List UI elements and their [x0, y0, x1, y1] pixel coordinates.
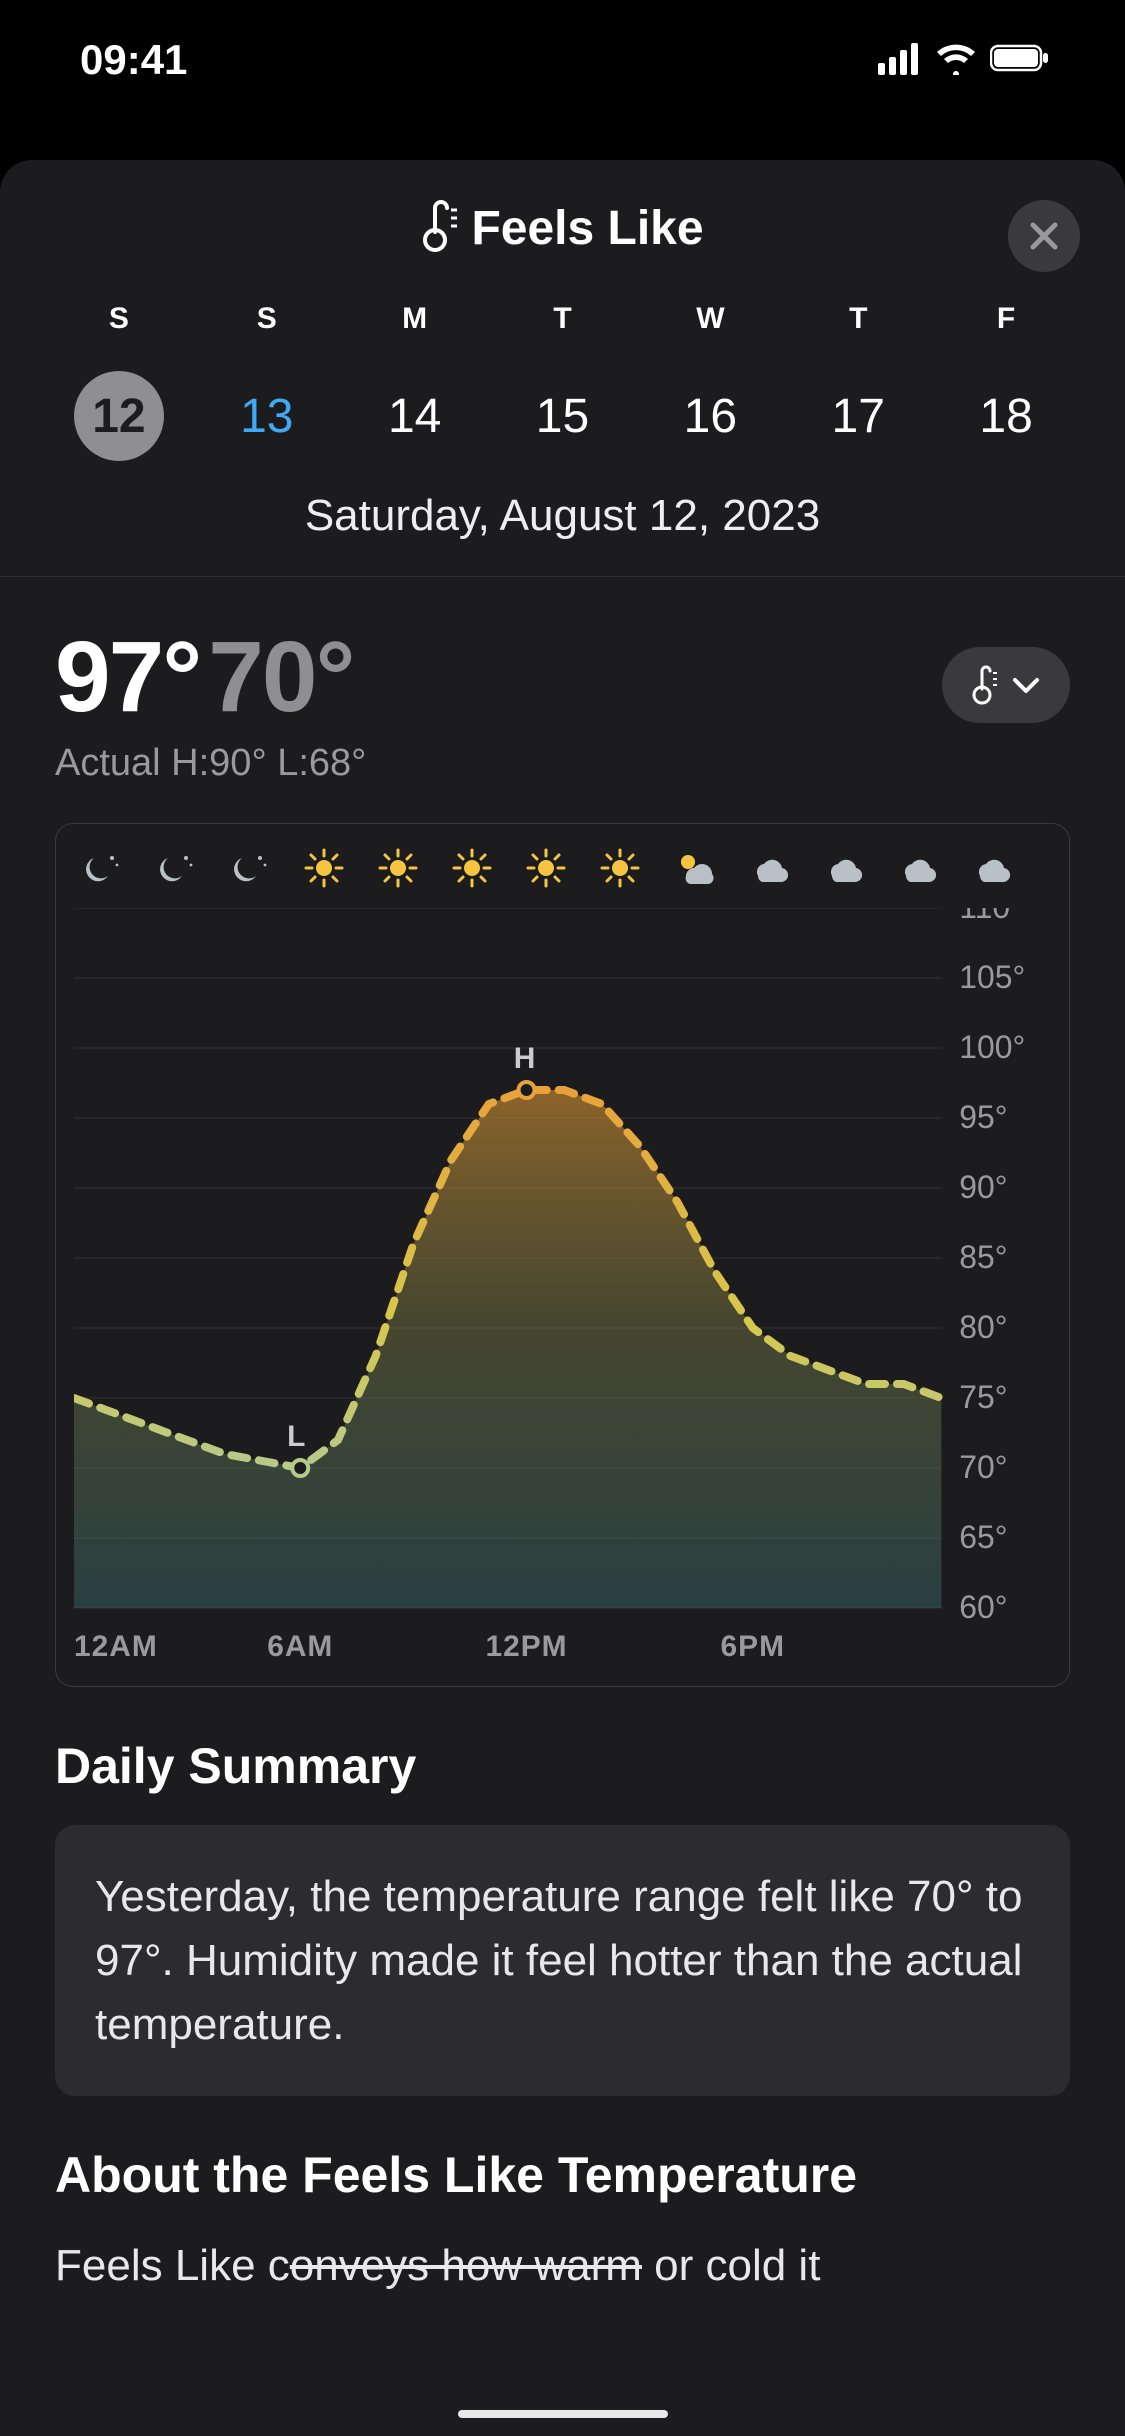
day-14[interactable]: M 14 [341, 302, 489, 461]
chevron-down-icon [1012, 676, 1040, 694]
feels-like-high: 97° [55, 621, 200, 733]
svg-text:105°: 105° [959, 959, 1025, 995]
daily-summary-text: Yesterday, the temperature range felt li… [95, 1865, 1030, 2056]
about-text-pre: Feels Like c [55, 2241, 290, 2290]
svg-text:110°: 110° [959, 908, 1023, 925]
svg-text:12AM: 12AM [74, 1630, 158, 1663]
day-15[interactable]: T 15 [489, 302, 637, 461]
day-selector: S 12 S 13 M 14 T 15 W 16 T 17 F 18 [0, 257, 1125, 461]
day-number: 14 [388, 389, 441, 444]
sun-icon [598, 846, 642, 890]
svg-text:80°: 80° [959, 1309, 1007, 1345]
status-bar: 09:41 [0, 0, 1125, 120]
day-letter: T [489, 302, 637, 336]
metric-selector-button[interactable] [942, 647, 1070, 723]
night-icon [228, 846, 272, 890]
night-icon [154, 846, 198, 890]
about-title: About the Feels Like Temperature [0, 2096, 1125, 2234]
close-icon [1029, 221, 1059, 251]
sheet-header: Feels Like S 12 S 13 M 14 T 15 W 16 T 17 F 18 Saturda… [0, 160, 1125, 577]
actual-temps: Actual H:90° L:68° [55, 742, 366, 785]
svg-text:95°: 95° [959, 1099, 1007, 1135]
temps-row: 97°70° Actual H:90° L:68° [0, 577, 1125, 795]
close-button[interactable] [1008, 200, 1080, 272]
svg-text:H: H [514, 1042, 536, 1075]
status-indicators [878, 41, 1050, 80]
day-17[interactable]: T 17 [784, 302, 932, 461]
sun-icon [524, 846, 568, 890]
svg-text:90°: 90° [959, 1169, 1007, 1205]
day-number: 13 [240, 389, 293, 444]
cloud-icon [894, 846, 938, 890]
svg-text:12PM: 12PM [485, 1630, 567, 1663]
svg-text:60°: 60° [959, 1589, 1007, 1625]
sun-icon [302, 846, 346, 890]
cloud-icon [820, 846, 864, 890]
partly-icon [672, 846, 716, 890]
day-number: 15 [536, 389, 589, 444]
detail-sheet: Feels Like S 12 S 13 M 14 T 15 W 16 T 17 F 18 Saturda… [0, 160, 1125, 2436]
thermometer-icon [421, 200, 459, 257]
cloud-icon [746, 846, 790, 890]
day-letter: W [636, 302, 784, 336]
sheet-title: Feels Like [471, 201, 703, 256]
thermometer-icon [972, 665, 998, 705]
day-number: 17 [832, 389, 885, 444]
wifi-icon [934, 41, 978, 80]
day-number: 16 [684, 389, 737, 444]
day-18[interactable]: F 18 [932, 302, 1080, 461]
daily-summary-title: Daily Summary [0, 1687, 1125, 1825]
day-number: 12 [92, 389, 145, 444]
svg-text:75°: 75° [959, 1379, 1007, 1415]
home-indicator[interactable] [458, 2410, 668, 2418]
day-13[interactable]: S 13 [193, 302, 341, 461]
feels-like-low: 70° [208, 621, 353, 733]
about-text: Feels Like conveys how warm or cold it [0, 2234, 1125, 2298]
status-time: 09:41 [80, 36, 187, 84]
sun-icon [450, 846, 494, 890]
cloud-icon [968, 846, 1012, 890]
day-letter: S [45, 302, 193, 336]
day-letter: T [784, 302, 932, 336]
day-letter: F [932, 302, 1080, 336]
svg-text:6AM: 6AM [267, 1630, 333, 1663]
daily-summary-card: Yesterday, the temperature range felt li… [55, 1825, 1070, 2096]
feels-like-range: 97°70° [55, 627, 366, 727]
chart-canvas: 110° 105° 100° 95° 90° 85° 80° 75° 70° 65° 60° H L 12… [74, 908, 1051, 1668]
selected-date: Saturday, August 12, 2023 [0, 491, 1125, 577]
svg-text:L: L [287, 1420, 305, 1453]
night-icon [80, 846, 124, 890]
sun-icon [376, 846, 420, 890]
day-letter: S [193, 302, 341, 336]
svg-text:65°: 65° [959, 1519, 1007, 1555]
about-text-post: or cold it [642, 2241, 821, 2290]
svg-text:70°: 70° [959, 1449, 1007, 1485]
svg-text:100°: 100° [959, 1029, 1025, 1065]
day-letter: M [341, 302, 489, 336]
about-text-struck: onveys how warm [290, 2241, 642, 2290]
battery-icon [990, 43, 1050, 78]
condition-icons-row [74, 846, 1051, 890]
day-number: 18 [979, 389, 1032, 444]
day-16[interactable]: W 16 [636, 302, 784, 461]
cellular-icon [878, 41, 922, 80]
svg-text:6PM: 6PM [721, 1630, 785, 1663]
svg-text:85°: 85° [959, 1239, 1007, 1275]
day-12[interactable]: S 12 [45, 302, 193, 461]
hourly-chart[interactable]: 110° 105° 100° 95° 90° 85° 80° 75° 70° 65° 60° H L 12… [55, 823, 1070, 1687]
